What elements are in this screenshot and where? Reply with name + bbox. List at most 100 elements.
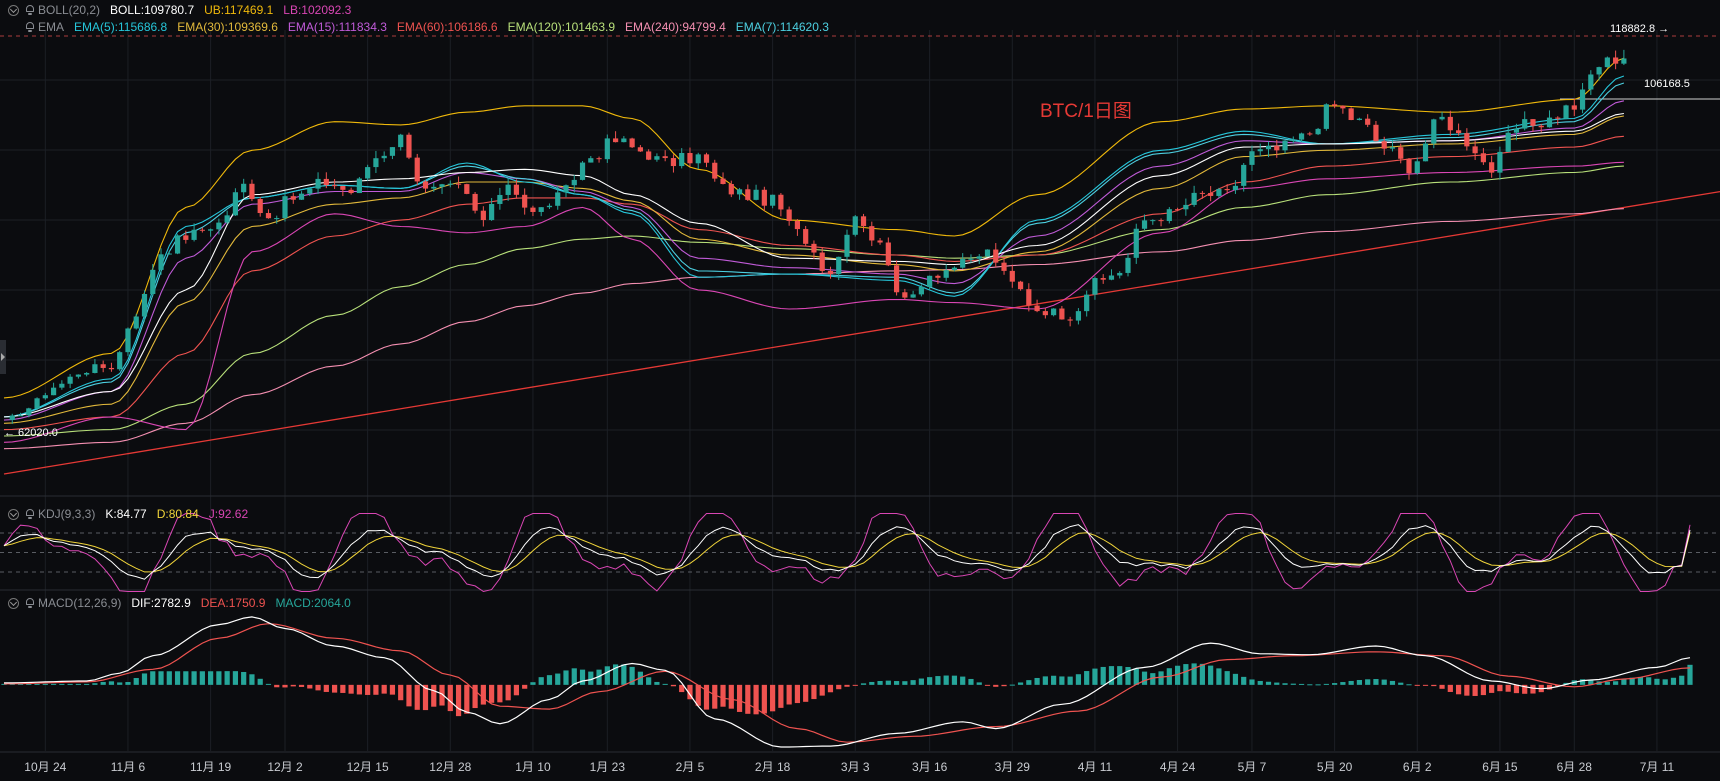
candle-body [1100, 278, 1106, 280]
macd-histogram-bar [852, 684, 858, 686]
macd-histogram-bar [1274, 682, 1280, 685]
macd-histogram-bar [232, 671, 239, 685]
candle-body [1455, 130, 1462, 134]
boll-lb-line [3, 161, 1624, 443]
kdj-collapse-icon[interactable] [8, 508, 19, 520]
candle-body [26, 408, 32, 416]
macd-histogram-bar [522, 684, 528, 689]
kdj-alert-icon[interactable] [25, 509, 35, 519]
candle-body [1034, 305, 1040, 312]
panel-collapse-handle[interactable] [0, 340, 6, 374]
x-axis-tick-label: 1月 10 [515, 760, 551, 774]
x-axis-tick-label: 3月 3 [840, 760, 870, 774]
boll-indicator-name[interactable]: BOLL(20,2) [38, 3, 100, 17]
macd-histogram-bar [1414, 684, 1420, 686]
macd-histogram-bar [1389, 680, 1396, 685]
macd-histogram-bar [860, 683, 867, 685]
macd-histogram-bar [406, 684, 412, 707]
macd-histogram-bar [464, 684, 470, 714]
candle-body [993, 249, 999, 263]
macd-histogram-bar [794, 684, 801, 704]
candle-body [505, 184, 511, 195]
macd-histogram-bar [662, 683, 668, 685]
macd-dea-line [3, 623, 1691, 743]
candle-body [1422, 143, 1429, 162]
candle-body [92, 364, 98, 373]
macd-histogram-bar [1290, 683, 1296, 685]
macd-histogram-bar [1141, 671, 1148, 685]
candle-body [1340, 105, 1346, 109]
macd-histogram-bar [1480, 684, 1486, 696]
macd-histogram-bar [1100, 666, 1106, 685]
macd-histogram-bar [1447, 684, 1453, 692]
candle-body [984, 249, 991, 257]
macd-histogram-bar [1365, 679, 1371, 685]
macd-histogram-bar [1183, 664, 1189, 685]
macd-histogram-bar [290, 684, 296, 687]
candle-body [695, 154, 701, 164]
macd-histogram-bar [480, 684, 486, 705]
macd-histogram-bar [1422, 684, 1429, 686]
candle-body [612, 138, 619, 143]
candle-body [885, 242, 891, 266]
x-axis-tick-label: 11月 19 [190, 760, 232, 774]
macd-histogram-bar [984, 684, 991, 686]
candle-body [1108, 275, 1115, 280]
candle-body [1009, 270, 1015, 282]
candle-body [1596, 67, 1602, 75]
macd-histogram-bar [1001, 684, 1007, 687]
ema-indicator-name[interactable]: EMA [38, 20, 64, 34]
macd-histogram-bar [1026, 680, 1032, 685]
candle-body [1389, 147, 1396, 149]
macd-histogram-bar [356, 684, 362, 695]
candle-body [17, 415, 24, 417]
candle-body [786, 209, 792, 221]
macd-histogram-bar [1084, 671, 1090, 685]
ema-alert-icon[interactable] [25, 22, 35, 32]
candle-body [943, 270, 949, 278]
macd-histogram-bar [1191, 663, 1197, 685]
macd-hist-value: MACD:2064.0 [275, 596, 351, 610]
candle-body [9, 415, 15, 420]
chart-canvas[interactable] [0, 0, 1720, 781]
macd-histogram-bar [1654, 678, 1660, 685]
candle-body [298, 193, 305, 200]
macd-histogram-bar [1398, 682, 1404, 685]
macd-collapse-icon[interactable] [8, 597, 19, 609]
candle-body [1414, 161, 1420, 174]
boll-alert-icon[interactable] [25, 5, 35, 15]
macd-histogram-bar [307, 684, 313, 689]
candle-body [398, 134, 404, 148]
macd-alert-icon[interactable] [25, 598, 35, 608]
macd-histogram-bar [910, 680, 916, 685]
candle-body [670, 158, 677, 167]
candle-body [1084, 294, 1090, 312]
macd-histogram-bar [844, 684, 850, 687]
candle-body [447, 183, 453, 185]
macd-histogram-bar [183, 671, 189, 685]
x-axis-tick-label: 12月 15 [346, 760, 389, 774]
candle-body [84, 372, 90, 375]
candle-body [703, 154, 710, 163]
macd-histogram-bar [497, 684, 503, 703]
macd-histogram-bar [1513, 684, 1520, 694]
candle-body [1174, 209, 1181, 211]
boll-collapse-icon[interactable] [8, 4, 19, 16]
x-axis-tick-label: 5月 7 [1237, 760, 1267, 774]
candle-body [1464, 133, 1470, 147]
candle-body [1257, 149, 1263, 152]
support-trendline [3, 190, 1720, 475]
candle-body [1017, 281, 1024, 290]
candle-body [1522, 119, 1528, 129]
candle-body [265, 213, 272, 219]
ema7-value: EMA(7):114620.3 [735, 20, 829, 34]
x-axis-tick-label: 7月 11 [1639, 760, 1675, 774]
candle-body [918, 286, 924, 295]
low-price-label: ← 62020.0 [4, 427, 58, 439]
kdj-indicator-name[interactable]: KDJ(9,3,3) [38, 507, 95, 521]
macd-histogram-bar [571, 668, 577, 685]
macd-indicator-name[interactable]: MACD(12,26,9) [38, 596, 121, 610]
macd-histogram-bar [141, 673, 148, 685]
candle-body [1042, 311, 1048, 316]
candle-body [819, 252, 825, 271]
